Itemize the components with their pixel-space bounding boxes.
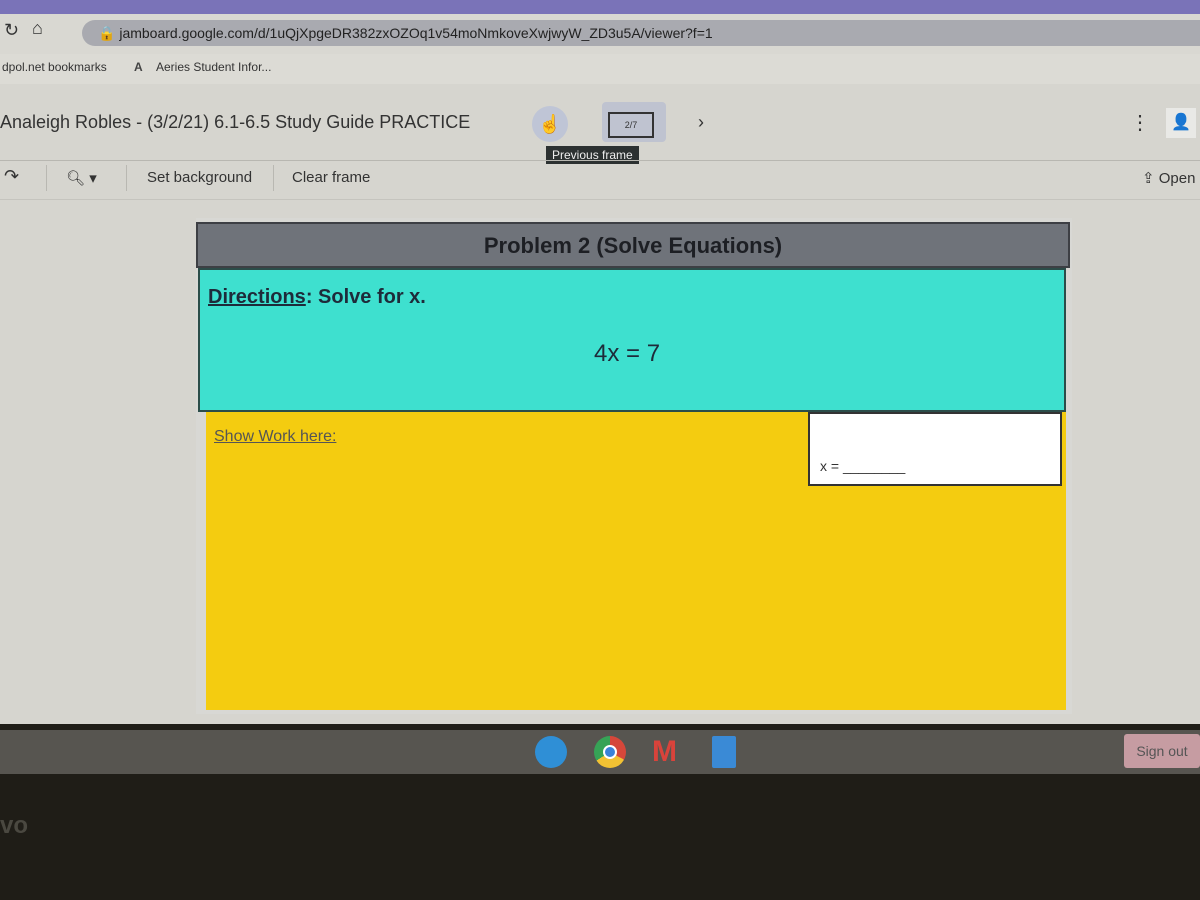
reload-icon[interactable]: ↻ xyxy=(4,20,19,41)
url-input[interactable]: 🔒 jamboard.google.com/d/1uQjXpgeDR382zxO… xyxy=(82,20,1200,46)
open-label: Open xyxy=(1158,170,1196,187)
directions-box: Directions: Solve for x. 4x = 7 xyxy=(198,268,1066,412)
problem-header: Problem 2 (Solve Equations) xyxy=(196,222,1070,268)
frame-counter: 2/7 xyxy=(608,112,654,138)
open-icon: ⇪ xyxy=(1142,170,1159,187)
sign-out-button[interactable]: Sign out xyxy=(1124,734,1200,768)
page-title: Analeigh Robles - (3/2/21) 6.1-6.5 Study… xyxy=(0,112,471,132)
chrome-icon[interactable] xyxy=(594,736,626,768)
laser-hand-icon[interactable]: ☝ xyxy=(532,106,568,142)
home-icon[interactable]: ⌂ xyxy=(32,18,43,39)
frame-bar-button[interactable]: 2/7 xyxy=(602,102,666,142)
next-frame-icon[interactable]: › xyxy=(698,112,704,133)
lock-icon: 🔒 xyxy=(98,25,120,41)
browser-tab-strip[interactable] xyxy=(0,0,1200,14)
directions-label: Directions xyxy=(208,286,306,308)
zoom-icon[interactable] xyxy=(535,736,567,768)
zoom-icon[interactable]: 🔍︎ ▾ xyxy=(66,169,97,187)
bookmark-dpol[interactable]: dpol.net bookmarks xyxy=(2,54,107,80)
show-work-label: Show Work here: xyxy=(214,428,337,445)
directions-text: : Solve for x. xyxy=(305,286,426,308)
set-background-button[interactable]: Set background xyxy=(147,169,252,186)
bezel-logo: vo xyxy=(0,812,29,839)
redo-icon[interactable]: ↷ xyxy=(4,166,19,187)
answer-label: x = ________ xyxy=(820,458,906,474)
clear-frame-button[interactable]: Clear frame xyxy=(292,169,370,186)
docs-icon[interactable] xyxy=(712,736,736,768)
bookmark-aeries[interactable]: Aeries Student Infor... xyxy=(156,54,271,80)
url-text: jamboard.google.com/d/1uQjXpgeDR382zxOZO… xyxy=(119,25,713,41)
bookmarks-bar: dpol.net bookmarks A Aeries Student Info… xyxy=(0,54,1200,84)
share-icon[interactable]: 👤 xyxy=(1166,108,1196,138)
answer-box: x = ________ xyxy=(808,412,1062,486)
open-button[interactable]: ⇪ Open xyxy=(1142,169,1195,187)
gmail-icon[interactable]: M xyxy=(652,736,684,768)
toolbar: ↷ 🔍︎ ▾ Set background Clear frame ⇪ Open xyxy=(0,160,1200,200)
equation: 4x = 7 xyxy=(594,340,661,367)
aeries-icon: A xyxy=(134,60,143,74)
more-menu-icon[interactable]: ⋮ xyxy=(1130,110,1150,135)
